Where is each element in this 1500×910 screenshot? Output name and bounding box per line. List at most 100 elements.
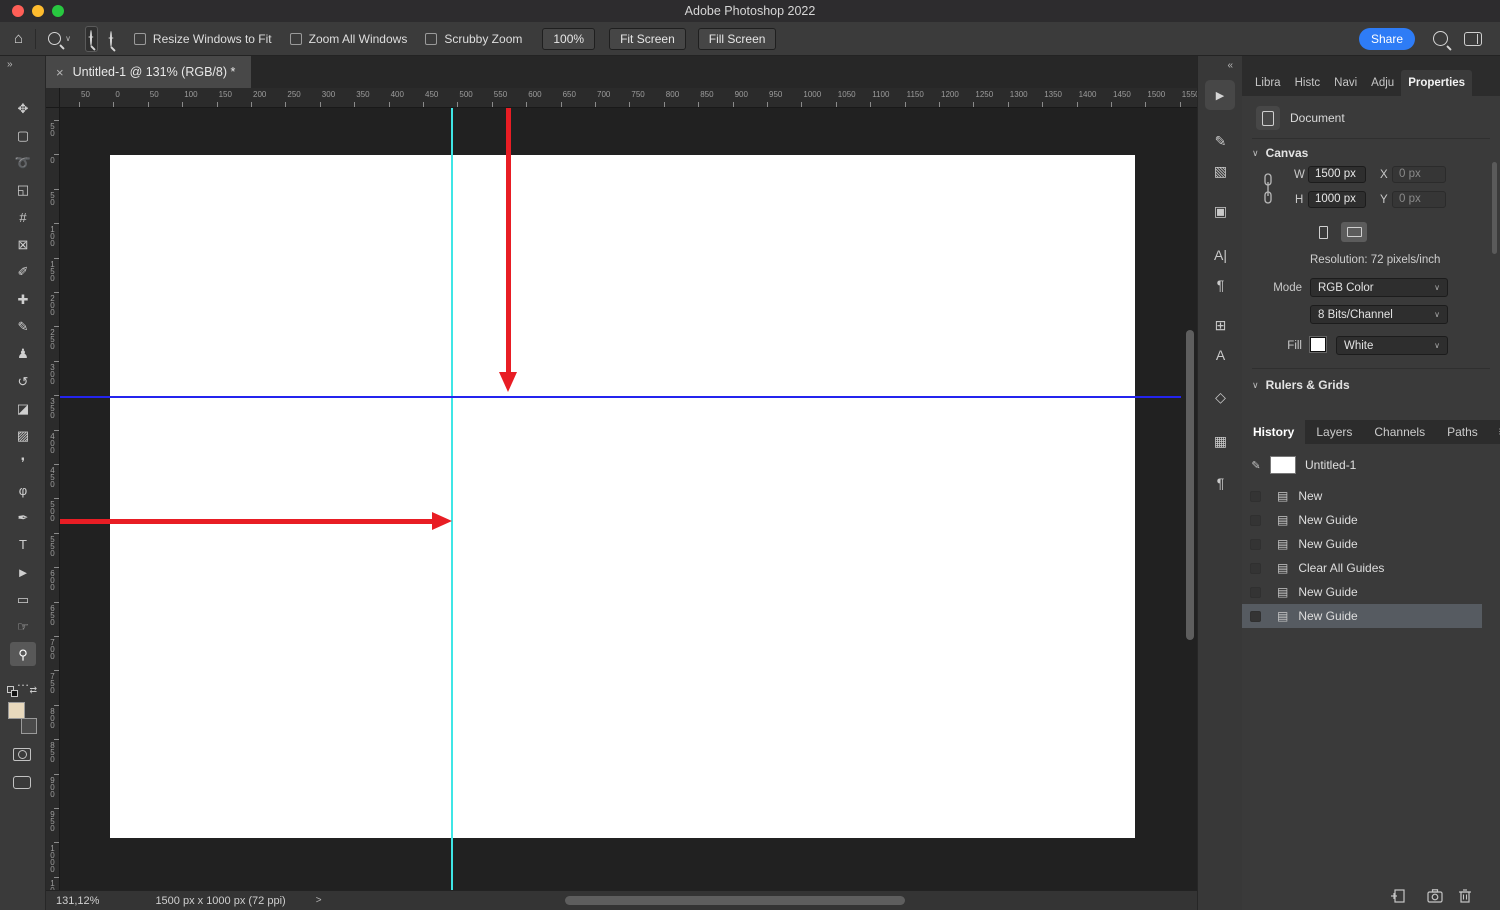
- quick-mask-icon[interactable]: [13, 748, 31, 761]
- height-field[interactable]: 1000 px: [1308, 191, 1366, 208]
- history-source-well[interactable]: [1250, 490, 1261, 502]
- clone-source-panel-icon[interactable]: ▣: [1198, 204, 1243, 218]
- type-tool[interactable]: T: [10, 533, 36, 557]
- tab-history[interactable]: History: [1242, 420, 1306, 444]
- history-state-row[interactable]: ▤ New Guide: [1242, 508, 1482, 532]
- tab-paths[interactable]: Paths: [1436, 420, 1489, 444]
- brush-tool[interactable]: ✎: [10, 314, 36, 338]
- screen-mode-icon[interactable]: [13, 776, 31, 789]
- brush-settings-panel-icon[interactable]: ✎: [1198, 134, 1243, 148]
- new-document-from-state-icon[interactable]: [1390, 887, 1408, 905]
- blur-tool[interactable]: ❜: [10, 451, 36, 475]
- home-icon[interactable]: ⌂: [14, 31, 23, 46]
- panel-menu-icon[interactable]: ≡: [1489, 420, 1500, 444]
- minimize-window-button[interactable]: [32, 5, 44, 17]
- horizontal-ruler[interactable]: 50 0 50 100 150 200 250 300 350 400 450 500 550 600 65…: [60, 88, 1197, 108]
- portrait-orientation-button[interactable]: [1310, 222, 1336, 242]
- canvas-section-header[interactable]: ∨ Canvas: [1252, 146, 1308, 160]
- landscape-orientation-button[interactable]: [1341, 222, 1367, 242]
- crop-tool[interactable]: #: [10, 205, 36, 229]
- materials-panel-icon[interactable]: ◇: [1198, 390, 1243, 404]
- patterns-panel-icon[interactable]: ▦: [1198, 434, 1243, 448]
- delete-state-trash-icon[interactable]: [1456, 887, 1474, 905]
- canvas-area[interactable]: [60, 108, 1197, 890]
- zoom-out-button[interactable]: −: [108, 30, 114, 47]
- history-state-row[interactable]: ▤ New Guide: [1242, 604, 1482, 628]
- tab-navi[interactable]: Navi: [1327, 70, 1364, 96]
- brushes-panel-icon[interactable]: ▧: [1198, 164, 1243, 178]
- rectangular-marquee-tool[interactable]: ▢: [10, 123, 36, 147]
- checkbox-resize-windows-to-fit[interactable]: Resize Windows to Fit: [133, 32, 272, 46]
- fill-select[interactable]: White ∨: [1336, 336, 1448, 355]
- fit-screen-button[interactable]: Fit Screen: [609, 27, 686, 50]
- path-selection-tool[interactable]: ►: [10, 560, 36, 584]
- paragraph-styles-panel-icon[interactable]: ¶: [1198, 476, 1243, 490]
- x-field[interactable]: 0 px: [1392, 166, 1446, 183]
- vertical-ruler[interactable]: 50 0 50 100 150 200 250 300 350 400 450 500 550 600 65…: [46, 108, 60, 890]
- history-state-row[interactable]: ▤ New Guide: [1242, 580, 1482, 604]
- horizontal-guide[interactable]: [60, 396, 1181, 398]
- tab-layers[interactable]: Layers: [1305, 420, 1363, 444]
- history-state-row[interactable]: ▤ New: [1242, 484, 1482, 508]
- bit-depth-select[interactable]: 8 Bits/Channel ∨: [1310, 305, 1448, 324]
- tab-channels[interactable]: Channels: [1363, 420, 1436, 444]
- checkbox-zoom-all-windows[interactable]: Zoom All Windows: [289, 32, 407, 46]
- paragraph-panel-icon[interactable]: ¶: [1198, 278, 1243, 292]
- frame-tool[interactable]: ⊠: [10, 233, 36, 257]
- tab-adju[interactable]: Adju: [1364, 70, 1401, 96]
- history-source-well[interactable]: [1250, 538, 1261, 550]
- history-source-well[interactable]: [1250, 514, 1261, 526]
- rulers-grids-section-header[interactable]: ∨ Rulers & Grids: [1252, 378, 1350, 392]
- zoom-percentage-field[interactable]: 100%: [542, 27, 596, 50]
- close-tab-icon[interactable]: ×: [56, 65, 64, 80]
- history-source-well[interactable]: [1250, 586, 1261, 598]
- y-field[interactable]: 0 px: [1392, 191, 1446, 208]
- hand-tool[interactable]: ☞: [10, 615, 36, 639]
- history-state-row[interactable]: ▤ Clear All Guides: [1242, 556, 1482, 580]
- vertical-scrollbar[interactable]: [1186, 330, 1194, 640]
- history-brush-source-icon[interactable]: ✎: [1242, 459, 1270, 472]
- new-snapshot-camera-icon[interactable]: [1426, 887, 1444, 905]
- status-chevron-icon[interactable]: >: [316, 895, 322, 906]
- fill-screen-button[interactable]: Fill Screen: [697, 27, 777, 50]
- dodge-tool[interactable]: φ: [10, 478, 36, 502]
- fill-color-swatch[interactable]: [1309, 336, 1327, 353]
- panel-scrollbar[interactable]: [1492, 162, 1497, 254]
- tab-properties[interactable]: Properties: [1401, 70, 1473, 96]
- clone-stamp-tool[interactable]: ♟: [10, 342, 36, 366]
- character-styles-panel-icon[interactable]: A: [1198, 348, 1243, 362]
- horizontal-scrollbar[interactable]: [565, 896, 905, 905]
- vertical-guide[interactable]: [451, 108, 453, 890]
- character-panel-icon[interactable]: A|: [1198, 248, 1243, 262]
- zoom-window-button[interactable]: [52, 5, 64, 17]
- width-field[interactable]: 1500 px: [1308, 166, 1366, 183]
- rectangle-tool[interactable]: ▭: [10, 587, 36, 611]
- zoom-tool[interactable]: ⚲: [10, 642, 36, 666]
- search-icon[interactable]: [1433, 31, 1448, 46]
- pen-tool[interactable]: ✒: [10, 506, 36, 530]
- default-colors-icon[interactable]: ⇄: [7, 685, 37, 698]
- tab-histc[interactable]: Histc: [1288, 70, 1328, 96]
- eraser-tool[interactable]: ◪: [10, 396, 36, 420]
- healing-brush-tool[interactable]: ✚: [10, 287, 36, 311]
- history-source-well[interactable]: [1250, 562, 1261, 574]
- zoom-tool-preset[interactable]: ∨: [48, 32, 71, 45]
- object-selection-tool[interactable]: ◱: [10, 178, 36, 202]
- gradient-tool[interactable]: ▨: [10, 424, 36, 448]
- zoom-in-button[interactable]: +: [84, 25, 98, 52]
- glyphs-panel-icon[interactable]: ⊞: [1198, 318, 1243, 332]
- tab-libra[interactable]: Libra: [1248, 70, 1288, 96]
- foreground-color-swatch[interactable]: [8, 702, 25, 719]
- workspace-switcher-icon[interactable]: [1464, 31, 1482, 46]
- link-dimensions-icon[interactable]: [1262, 170, 1274, 210]
- document-canvas[interactable]: [110, 155, 1135, 838]
- expand-toolbar-icon[interactable]: »: [7, 59, 13, 70]
- history-state-row[interactable]: ▤ New Guide: [1242, 532, 1482, 556]
- close-window-button[interactable]: [12, 5, 24, 17]
- checkbox-scrubby-zoom[interactable]: Scrubby Zoom: [425, 32, 522, 46]
- history-snapshot-row[interactable]: ✎ Untitled-1: [1242, 452, 1482, 478]
- document-tab[interactable]: × Untitled-1 @ 131% (RGB/8) *: [46, 56, 252, 88]
- actions-panel-icon[interactable]: ▶: [1205, 80, 1235, 110]
- zoom-level[interactable]: 131,12%: [56, 895, 99, 907]
- history-brush-tool[interactable]: ↺: [10, 369, 36, 393]
